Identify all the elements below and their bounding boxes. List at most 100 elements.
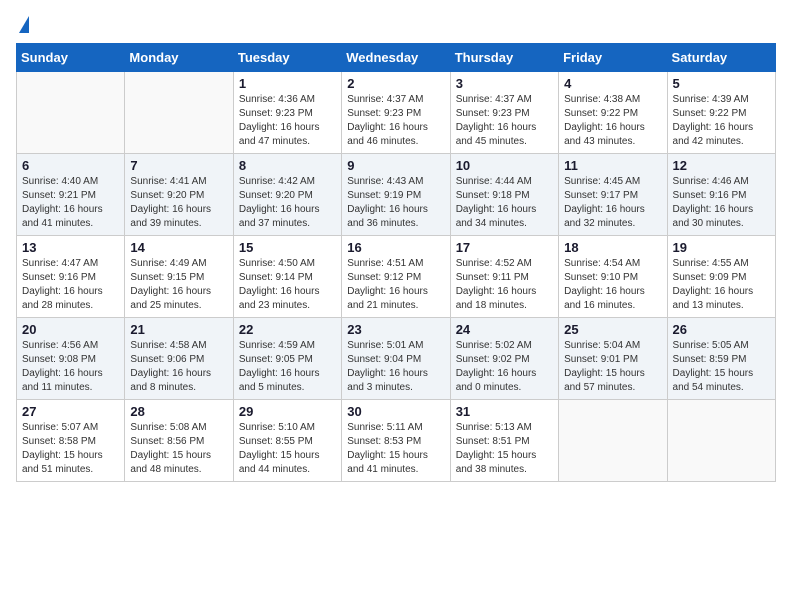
day-number: 29 xyxy=(239,404,336,419)
calendar-cell: 8 Sunrise: 4:42 AM Sunset: 9:20 PM Daylig… xyxy=(233,154,341,236)
calendar-cell: 30 Sunrise: 5:11 AM Sunset: 8:53 PM Dayli… xyxy=(342,400,450,482)
col-header-sunday: Sunday xyxy=(17,44,125,72)
col-header-friday: Friday xyxy=(559,44,667,72)
day-info: Sunrise: 4:54 AM Sunset: 9:10 PM Dayligh… xyxy=(564,257,661,313)
calendar-week-row: 13 Sunrise: 4:47 AM Sunset: 9:16 PM Dayli… xyxy=(17,236,776,318)
calendar-week-row: 20Sunrise: 4:56 AM Sunset: 9:08 PM Dayli… xyxy=(17,318,776,400)
day-number: 18 xyxy=(564,240,661,255)
day-number: 9 xyxy=(347,158,444,173)
col-header-saturday: Saturday xyxy=(667,44,775,72)
calendar-cell: 1Sunrise: 4:36 AM Sunset: 9:23 PM Daylig… xyxy=(233,72,341,154)
day-info: Sunrise: 4:41 AM Sunset: 9:20 PM Dayligh… xyxy=(130,175,227,231)
day-info: Sunrise: 4:37 AM Sunset: 9:23 PM Dayligh… xyxy=(347,93,444,149)
day-info: Sunrise: 5:10 AM Sunset: 8:55 PM Dayligh… xyxy=(239,421,336,477)
day-number: 2 xyxy=(347,76,444,91)
logo xyxy=(16,16,29,35)
day-info: Sunrise: 5:04 AM Sunset: 9:01 PM Dayligh… xyxy=(564,339,661,395)
day-info: Sunrise: 4:40 AM Sunset: 9:21 PM Dayligh… xyxy=(22,175,119,231)
day-info: Sunrise: 5:07 AM Sunset: 8:58 PM Dayligh… xyxy=(22,421,119,477)
day-number: 31 xyxy=(456,404,553,419)
page-header xyxy=(16,16,776,35)
calendar-cell: 31 Sunrise: 5:13 AM Sunset: 8:51 PM Dayli… xyxy=(450,400,558,482)
day-number: 20 xyxy=(22,322,119,337)
calendar-cell: 19Sunrise: 4:55 AM Sunset: 9:09 PM Dayli… xyxy=(667,236,775,318)
calendar-cell: 14Sunrise: 4:49 AM Sunset: 9:15 PM Dayli… xyxy=(125,236,233,318)
calendar-cell: 12 Sunrise: 4:46 AM Sunset: 9:16 PM Dayli… xyxy=(667,154,775,236)
header-row: SundayMondayTuesdayWednesdayThursdayFrid… xyxy=(17,44,776,72)
calendar-cell: 25 Sunrise: 5:04 AM Sunset: 9:01 PM Dayli… xyxy=(559,318,667,400)
day-number: 22 xyxy=(239,322,336,337)
day-number: 1 xyxy=(239,76,336,91)
calendar-cell: 15Sunrise: 4:50 AM Sunset: 9:14 PM Dayli… xyxy=(233,236,341,318)
day-info: Sunrise: 4:52 AM Sunset: 9:11 PM Dayligh… xyxy=(456,257,553,313)
day-info: Sunrise: 4:55 AM Sunset: 9:09 PM Dayligh… xyxy=(673,257,770,313)
calendar-cell: 20Sunrise: 4:56 AM Sunset: 9:08 PM Dayli… xyxy=(17,318,125,400)
day-number: 3 xyxy=(456,76,553,91)
day-number: 14 xyxy=(130,240,227,255)
logo-triangle xyxy=(19,16,29,33)
calendar-cell xyxy=(559,400,667,482)
day-number: 10 xyxy=(456,158,553,173)
calendar-cell: 18 Sunrise: 4:54 AM Sunset: 9:10 PM Dayli… xyxy=(559,236,667,318)
calendar-cell: 24 Sunrise: 5:02 AM Sunset: 9:02 PM Dayli… xyxy=(450,318,558,400)
col-header-thursday: Thursday xyxy=(450,44,558,72)
calendar-cell: 3Sunrise: 4:37 AM Sunset: 9:23 PM Daylig… xyxy=(450,72,558,154)
day-number: 11 xyxy=(564,158,661,173)
calendar-cell: 7Sunrise: 4:41 AM Sunset: 9:20 PM Daylig… xyxy=(125,154,233,236)
calendar-cell: 16Sunrise: 4:51 AM Sunset: 9:12 PM Dayli… xyxy=(342,236,450,318)
day-number: 21 xyxy=(130,322,227,337)
day-info: Sunrise: 4:42 AM Sunset: 9:20 PM Dayligh… xyxy=(239,175,336,231)
calendar-cell: 6 Sunrise: 4:40 AM Sunset: 9:21 PM Daylig… xyxy=(17,154,125,236)
calendar-cell: 9 Sunrise: 4:43 AM Sunset: 9:19 PM Daylig… xyxy=(342,154,450,236)
day-info: Sunrise: 4:46 AM Sunset: 9:16 PM Dayligh… xyxy=(673,175,770,231)
day-info: Sunrise: 4:50 AM Sunset: 9:14 PM Dayligh… xyxy=(239,257,336,313)
day-info: Sunrise: 4:45 AM Sunset: 9:17 PM Dayligh… xyxy=(564,175,661,231)
calendar-cell: 26 Sunrise: 5:05 AM Sunset: 8:59 PM Dayli… xyxy=(667,318,775,400)
day-number: 30 xyxy=(347,404,444,419)
calendar-cell: 27 Sunrise: 5:07 AM Sunset: 8:58 PM Dayli… xyxy=(17,400,125,482)
col-header-tuesday: Tuesday xyxy=(233,44,341,72)
calendar-week-row: 27 Sunrise: 5:07 AM Sunset: 8:58 PM Dayli… xyxy=(17,400,776,482)
day-info: Sunrise: 4:58 AM Sunset: 9:06 PM Dayligh… xyxy=(130,339,227,395)
day-number: 25 xyxy=(564,322,661,337)
day-number: 26 xyxy=(673,322,770,337)
day-number: 8 xyxy=(239,158,336,173)
calendar-cell: 28Sunrise: 5:08 AM Sunset: 8:56 PM Dayli… xyxy=(125,400,233,482)
day-info: Sunrise: 5:11 AM Sunset: 8:53 PM Dayligh… xyxy=(347,421,444,477)
calendar-cell xyxy=(17,72,125,154)
col-header-wednesday: Wednesday xyxy=(342,44,450,72)
day-info: Sunrise: 4:44 AM Sunset: 9:18 PM Dayligh… xyxy=(456,175,553,231)
col-header-monday: Monday xyxy=(125,44,233,72)
calendar-cell xyxy=(125,72,233,154)
calendar-cell: 13 Sunrise: 4:47 AM Sunset: 9:16 PM Dayli… xyxy=(17,236,125,318)
calendar-cell: 5 Sunrise: 4:39 AM Sunset: 9:22 PM Daylig… xyxy=(667,72,775,154)
day-info: Sunrise: 4:43 AM Sunset: 9:19 PM Dayligh… xyxy=(347,175,444,231)
day-number: 4 xyxy=(564,76,661,91)
day-number: 27 xyxy=(22,404,119,419)
calendar-cell: 2 Sunrise: 4:37 AM Sunset: 9:23 PM Daylig… xyxy=(342,72,450,154)
day-info: Sunrise: 5:02 AM Sunset: 9:02 PM Dayligh… xyxy=(456,339,553,395)
calendar-cell: 23Sunrise: 5:01 AM Sunset: 9:04 PM Dayli… xyxy=(342,318,450,400)
calendar-cell: 21 Sunrise: 4:58 AM Sunset: 9:06 PM Dayli… xyxy=(125,318,233,400)
day-info: Sunrise: 5:08 AM Sunset: 8:56 PM Dayligh… xyxy=(130,421,227,477)
calendar-cell: 29 Sunrise: 5:10 AM Sunset: 8:55 PM Dayli… xyxy=(233,400,341,482)
day-info: Sunrise: 4:38 AM Sunset: 9:22 PM Dayligh… xyxy=(564,93,661,149)
day-info: Sunrise: 4:47 AM Sunset: 9:16 PM Dayligh… xyxy=(22,257,119,313)
day-number: 24 xyxy=(456,322,553,337)
calendar-week-row: 1Sunrise: 4:36 AM Sunset: 9:23 PM Daylig… xyxy=(17,72,776,154)
day-number: 6 xyxy=(22,158,119,173)
day-info: Sunrise: 5:05 AM Sunset: 8:59 PM Dayligh… xyxy=(673,339,770,395)
day-number: 16 xyxy=(347,240,444,255)
calendar-cell: 22Sunrise: 4:59 AM Sunset: 9:05 PM Dayli… xyxy=(233,318,341,400)
calendar-cell: 4 Sunrise: 4:38 AM Sunset: 9:22 PM Daylig… xyxy=(559,72,667,154)
day-number: 13 xyxy=(22,240,119,255)
calendar-cell: 11 Sunrise: 4:45 AM Sunset: 9:17 PM Dayli… xyxy=(559,154,667,236)
day-number: 12 xyxy=(673,158,770,173)
calendar-table: SundayMondayTuesdayWednesdayThursdayFrid… xyxy=(16,43,776,482)
day-info: Sunrise: 5:13 AM Sunset: 8:51 PM Dayligh… xyxy=(456,421,553,477)
day-info: Sunrise: 5:01 AM Sunset: 9:04 PM Dayligh… xyxy=(347,339,444,395)
day-info: Sunrise: 4:39 AM Sunset: 9:22 PM Dayligh… xyxy=(673,93,770,149)
day-number: 5 xyxy=(673,76,770,91)
day-number: 17 xyxy=(456,240,553,255)
calendar-cell: 17 Sunrise: 4:52 AM Sunset: 9:11 PM Dayli… xyxy=(450,236,558,318)
